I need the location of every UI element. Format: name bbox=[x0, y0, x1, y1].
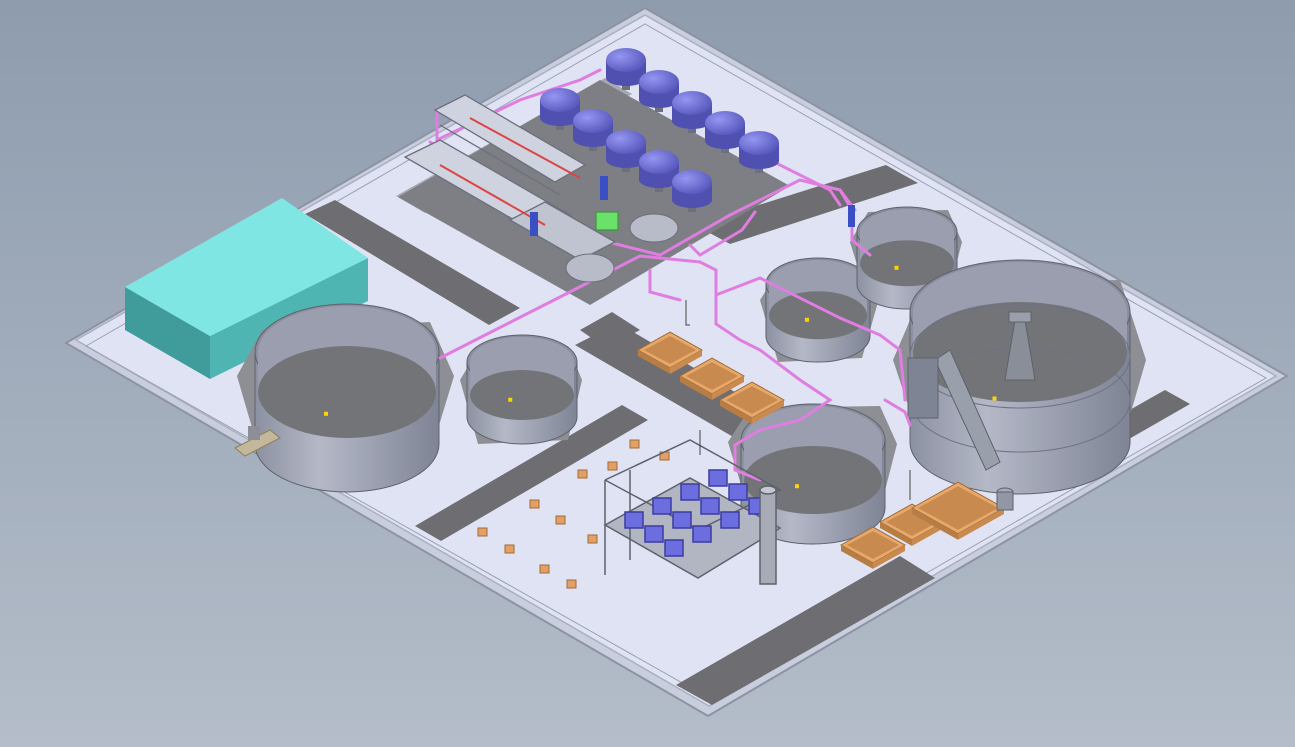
small-drum-body bbox=[996, 491, 1014, 511]
tank-marker bbox=[805, 317, 809, 322]
valve-block-west bbox=[248, 426, 260, 440]
tank-marker bbox=[508, 397, 513, 402]
vessel-dome bbox=[639, 150, 679, 174]
vessel-dome bbox=[639, 70, 679, 94]
skid-blue-pump-2 bbox=[600, 176, 608, 200]
crate-1 bbox=[629, 439, 640, 449]
structure-cell bbox=[652, 497, 672, 515]
structure-cell bbox=[680, 483, 700, 501]
crate-7 bbox=[504, 544, 515, 554]
crate-4 bbox=[577, 469, 588, 479]
skid-blue-pump-3 bbox=[848, 205, 855, 227]
structure-cell bbox=[664, 539, 684, 557]
vessel-dome bbox=[606, 48, 646, 72]
structure-cell bbox=[728, 483, 748, 501]
vessel-dome bbox=[672, 91, 712, 115]
cad-3d-viewport[interactable] bbox=[0, 0, 1295, 747]
tank-floor bbox=[470, 370, 574, 420]
horizontal-tank-1 bbox=[565, 253, 615, 283]
crate-6 bbox=[555, 515, 566, 525]
structure-cell bbox=[720, 511, 740, 529]
crate-8 bbox=[477, 527, 488, 537]
circular-tank-1 bbox=[254, 303, 440, 493]
tank-floor bbox=[769, 291, 867, 340]
tank-marker bbox=[894, 265, 899, 270]
crate-10 bbox=[566, 579, 577, 589]
vessel-dome bbox=[705, 111, 745, 135]
structure-cell bbox=[644, 525, 664, 543]
circular-tank-3 bbox=[765, 257, 871, 363]
crate-3 bbox=[607, 461, 618, 471]
tank-floor bbox=[258, 346, 436, 438]
structure-column-top bbox=[759, 485, 777, 495]
vessel-dome bbox=[540, 88, 580, 112]
horizontal-tank-2 bbox=[629, 213, 679, 243]
structure-cell bbox=[624, 511, 644, 529]
crate-11 bbox=[587, 534, 598, 544]
tank-marker bbox=[992, 396, 997, 401]
vessel-5 bbox=[739, 131, 779, 173]
structure-cell bbox=[700, 497, 720, 515]
vessel-10 bbox=[672, 170, 712, 212]
clarifier-inlet-box bbox=[907, 357, 939, 419]
crate-5 bbox=[529, 499, 540, 509]
vessel-dome bbox=[573, 109, 613, 133]
clarifier-tower-cap bbox=[1008, 311, 1032, 323]
vessel-dome bbox=[672, 170, 712, 194]
tank-marker bbox=[324, 411, 328, 416]
structure-column-tank bbox=[759, 489, 777, 585]
crate-9 bbox=[539, 564, 550, 574]
skid-blue-pump-1 bbox=[530, 212, 538, 236]
structure-cell bbox=[692, 525, 712, 543]
plant-3d-model[interactable] bbox=[0, 0, 1295, 747]
skid-green-panel bbox=[595, 211, 619, 231]
structure-cell bbox=[708, 469, 728, 487]
circular-tank-2 bbox=[466, 334, 578, 445]
structure-cell bbox=[672, 511, 692, 529]
vessel-dome bbox=[739, 131, 779, 155]
tank-marker bbox=[795, 484, 799, 489]
vessel-dome bbox=[606, 130, 646, 154]
